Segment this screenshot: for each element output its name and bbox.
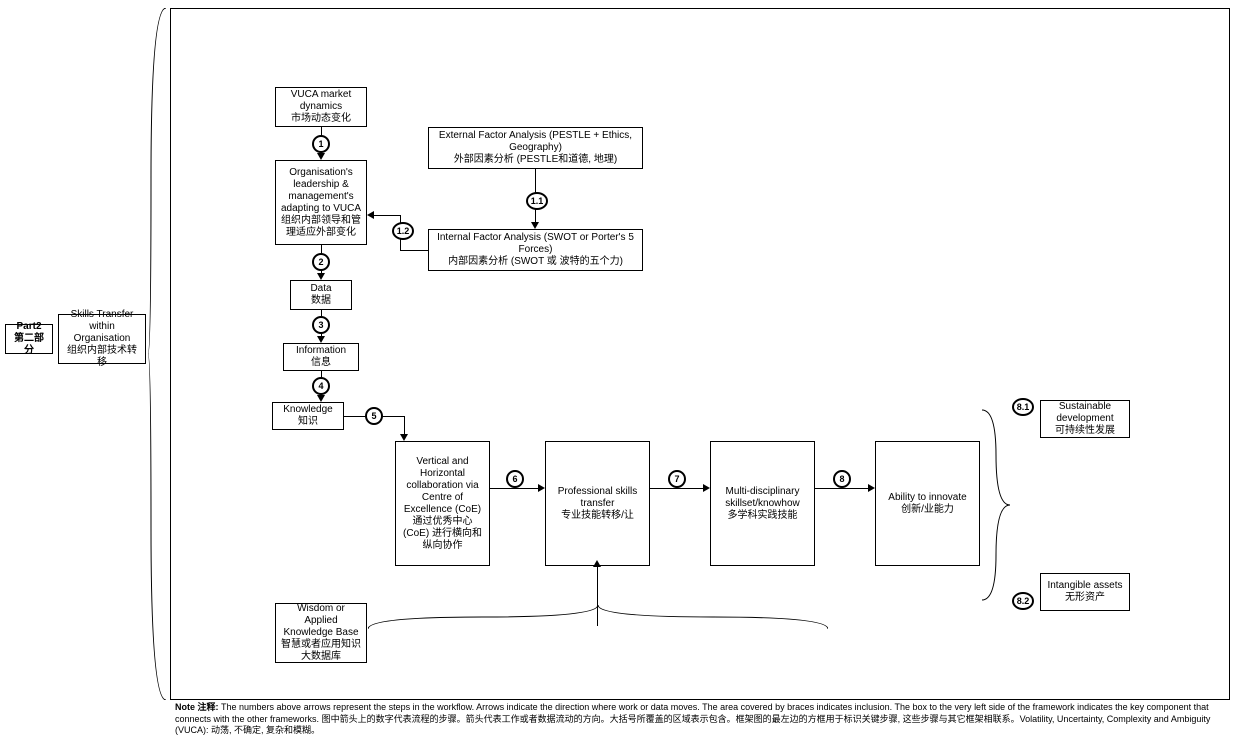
- brace-right-icon: [982, 405, 1010, 605]
- external-en: External Factor Analysis (PESTLE + Ethic…: [433, 130, 638, 154]
- step-3: 3: [312, 316, 330, 334]
- vuca-cn: 市场动态变化: [280, 113, 362, 125]
- transfer-label: Skills Transfer within Organisation 组织内部…: [58, 314, 146, 364]
- internal-cn: 内部因素分析 (SWOT 或 波特的五个力): [433, 256, 638, 268]
- arrow-6-head: [538, 484, 545, 492]
- innovate-box: Ability to innovate 创新/业能力: [875, 441, 980, 566]
- step-8-1: 8.1: [1012, 398, 1034, 416]
- leadership-box: Organisation's leadership & management's…: [275, 160, 367, 245]
- arrow-7: [650, 488, 705, 489]
- data-en: Data: [295, 283, 347, 295]
- arrow-4-head: [317, 395, 325, 402]
- part-en: Part2: [10, 321, 48, 333]
- arrow-1-2-head: [367, 211, 374, 219]
- note-text: Note 注释: The numbers above arrows repres…: [175, 702, 1225, 737]
- multi-cn: 多学科实践技能: [715, 510, 810, 522]
- intang-box: Intangible assets 无形资产: [1040, 573, 1130, 611]
- step-6: 6: [506, 470, 524, 488]
- skills-en: Professional skills transfer: [550, 486, 645, 510]
- intang-en: Intangible assets: [1045, 580, 1125, 592]
- arrow-5-head: [400, 434, 408, 441]
- arrow-wisdom-up-head: [593, 560, 601, 567]
- part-label: Part2 第二部分: [5, 324, 53, 354]
- arrow-7-head: [703, 484, 710, 492]
- internal-box: Internal Factor Analysis (SWOT or Porter…: [428, 229, 643, 271]
- arrow-5v: [404, 416, 405, 436]
- intang-cn: 无形资产: [1045, 592, 1125, 604]
- leadership-en: Organisation's leadership & management's…: [280, 167, 362, 215]
- arrow-8: [815, 488, 870, 489]
- arrow-1-2h2: [374, 215, 400, 216]
- innovate-cn: 创新/业能力: [880, 504, 975, 516]
- step-7: 7: [668, 470, 686, 488]
- brace-left-icon: [148, 8, 168, 700]
- arrow-1-head: [317, 153, 325, 160]
- vuca-en: VUCA market dynamics: [280, 89, 362, 113]
- wisdom-en: Wisdom or Applied Knowledge Base: [280, 603, 362, 639]
- external-cn: 外部因素分析 (PESTLE和道德, 地理): [433, 154, 638, 166]
- skills-box: Professional skills transfer 专业技能转移/让: [545, 441, 650, 566]
- info-en: Information: [288, 345, 354, 357]
- multi-box: Multi-disciplinary skillset/knowhow 多学科实…: [710, 441, 815, 566]
- leadership-cn: 组织内部领导和管理适应外部变化: [280, 215, 362, 239]
- wisdom-box: Wisdom or Applied Knowledge Base 智慧或者应用知…: [275, 603, 367, 663]
- data-box: Data 数据: [290, 280, 352, 310]
- wisdom-cn: 智慧或者应用知识大数据库: [280, 639, 362, 663]
- step-2: 2: [312, 253, 330, 271]
- step-1-1: 1.1: [526, 192, 548, 210]
- step-8-2: 8.2: [1012, 592, 1034, 610]
- external-box: External Factor Analysis (PESTLE + Ethic…: [428, 127, 643, 169]
- arrow-1-2h: [400, 250, 428, 251]
- part-cn: 第二部分: [10, 333, 48, 357]
- note-cn: 图中箭头上的数字代表流程的步骤。箭头代表工作或者数据流动的方向。大括号所覆盖的区…: [175, 714, 1210, 736]
- step-4: 4: [312, 377, 330, 395]
- collab-en: Vertical and Horizontal collaboration vi…: [400, 456, 485, 516]
- info-cn: 信息: [288, 357, 354, 369]
- note-prefix: Note 注释:: [175, 702, 219, 712]
- transfer-cn: 组织内部技术转移: [63, 345, 141, 369]
- multi-en: Multi-disciplinary skillset/knowhow: [715, 486, 810, 510]
- internal-en: Internal Factor Analysis (SWOT or Porter…: [433, 232, 638, 256]
- arrow-3-head: [317, 336, 325, 343]
- step-5: 5: [365, 407, 383, 425]
- data-cn: 数据: [295, 295, 347, 307]
- sustain-en: Sustainable development: [1045, 401, 1125, 425]
- step-1-2: 1.2: [392, 222, 414, 240]
- info-box: Information 信息: [283, 343, 359, 371]
- brace-wisdom-icon: [368, 605, 828, 633]
- arrow-6: [490, 488, 540, 489]
- knowledge-box: Knowledge 知识: [272, 402, 344, 430]
- step-8: 8: [833, 470, 851, 488]
- transfer-en: Skills Transfer within Organisation: [63, 309, 141, 345]
- arrow-1-1-head: [531, 222, 539, 229]
- arrow-2-head: [317, 273, 325, 280]
- vuca-box: VUCA market dynamics 市场动态变化: [275, 87, 367, 127]
- step-1: 1: [312, 135, 330, 153]
- sustain-cn: 可持续性发展: [1045, 425, 1125, 437]
- sustain-box: Sustainable development 可持续性发展: [1040, 400, 1130, 438]
- innovate-en: Ability to innovate: [880, 492, 975, 504]
- arrow-8-head: [868, 484, 875, 492]
- collab-box: Vertical and Horizontal collaboration vi…: [395, 441, 490, 566]
- knowledge-cn: 知识: [277, 416, 339, 428]
- knowledge-en: Knowledge: [277, 404, 339, 416]
- skills-cn: 专业技能转移/让: [550, 510, 645, 522]
- collab-cn: 通过优秀中心 (CoE) 进行横向和纵向协作: [400, 516, 485, 552]
